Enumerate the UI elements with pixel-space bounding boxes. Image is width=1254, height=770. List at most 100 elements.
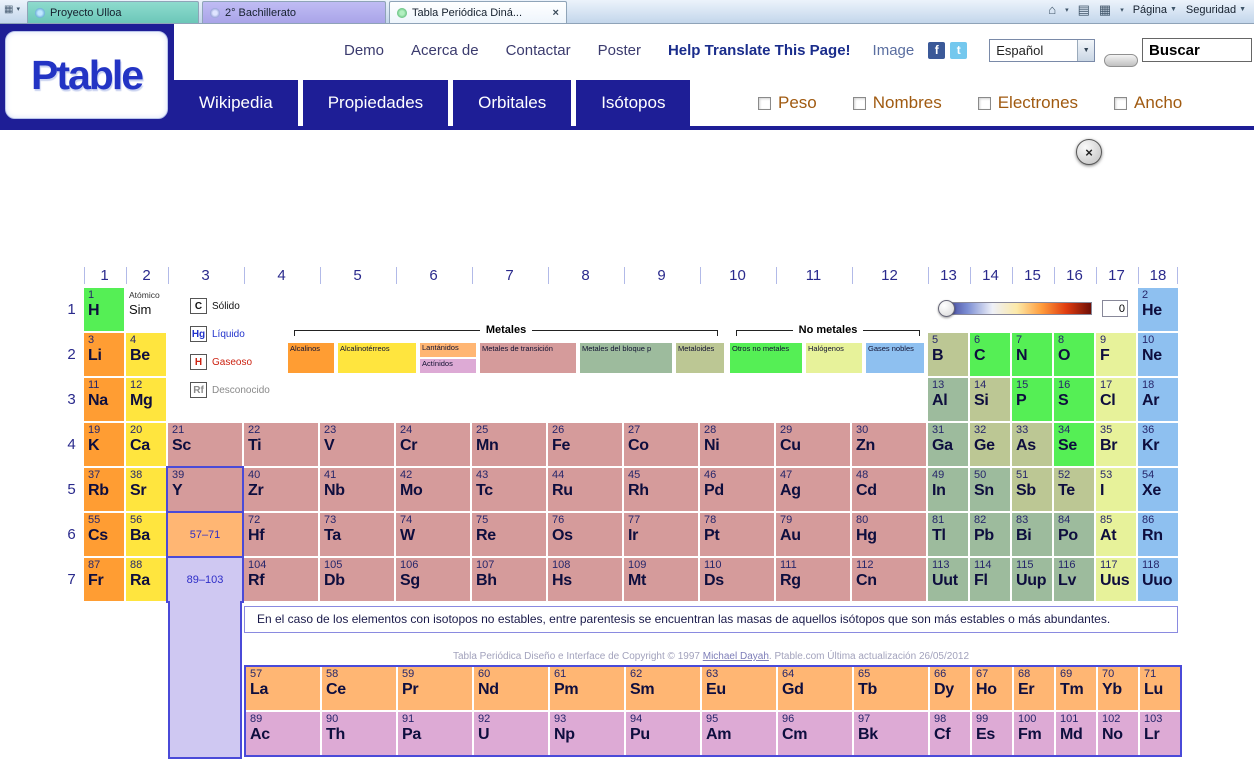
element-Tc[interactable]: 43 Tc — [472, 468, 546, 511]
element-Cd[interactable]: 48 Cd — [852, 468, 926, 511]
element-Np[interactable]: 93 Np — [550, 712, 624, 755]
checkbox[interactable] — [852, 96, 866, 110]
element-Nb[interactable]: 41 Nb — [320, 468, 394, 511]
element-Lr[interactable]: 103 Lr — [1140, 712, 1180, 755]
element-Ru[interactable]: 44 Ru — [548, 468, 622, 511]
element-Cf[interactable]: 98 Cf — [930, 712, 970, 755]
element-Uuo[interactable]: 118 Uuo — [1138, 558, 1178, 601]
element-Pt[interactable]: 78 Pt — [700, 513, 774, 556]
element-V[interactable]: 23 V — [320, 423, 394, 466]
element-Gd[interactable]: 64 Gd — [778, 667, 852, 710]
nav-poster[interactable]: Poster — [598, 42, 641, 59]
search-input[interactable] — [1142, 38, 1252, 62]
category-actinidos[interactable]: Actínidos — [420, 359, 476, 373]
element-Al[interactable]: 13 Al — [928, 378, 968, 421]
element-Ga[interactable]: 31 Ga — [928, 423, 968, 466]
element-Te[interactable]: 52 Te — [1054, 468, 1094, 511]
michael-dayah-link[interactable]: Michael Dayah — [703, 651, 769, 662]
element-Bk[interactable]: 97 Bk — [854, 712, 928, 755]
tab-wikipedia[interactable]: Wikipedia — [174, 80, 298, 126]
element-F[interactable]: 9F — [1096, 333, 1136, 376]
element-La[interactable]: 57 La — [246, 667, 320, 710]
element-Os[interactable]: 76 Os — [548, 513, 622, 556]
nav-demo[interactable]: Demo — [344, 42, 384, 59]
element-Li[interactable]: 3 Li — [84, 333, 124, 376]
element-Uus[interactable]: 117 Uus — [1096, 558, 1136, 601]
element-Ag[interactable]: 47 Ag — [776, 468, 850, 511]
element-Au[interactable]: 79 Au — [776, 513, 850, 556]
element-Fm[interactable]: 100 Fm — [1014, 712, 1054, 755]
nav-acerca-de[interactable]: Acerca de — [411, 42, 479, 59]
element-Db[interactable]: 105 Db — [320, 558, 394, 601]
element-S[interactable]: 16 S — [1054, 378, 1094, 421]
element-I[interactable]: 53 I — [1096, 468, 1136, 511]
slider-thumb[interactable] — [938, 300, 955, 317]
element-Pr[interactable]: 59 Pr — [398, 667, 472, 710]
element-Sm[interactable]: 62 Sm — [626, 667, 700, 710]
element-Ba[interactable]: 56 Ba — [126, 513, 166, 556]
element-Pb[interactable]: 82 Pb — [970, 513, 1010, 556]
element-Kr[interactable]: 36 Kr — [1138, 423, 1178, 466]
element-Bh[interactable]: 107 Bh — [472, 558, 546, 601]
element-Cm[interactable]: 96 Cm — [778, 712, 852, 755]
element-Ne[interactable]: 10 Ne — [1138, 333, 1178, 376]
category-lantanidos[interactable]: Lantánidos — [420, 343, 476, 357]
category-metales-bloque-p[interactable]: Metales del bloque p — [580, 343, 672, 373]
close-panel-button[interactable]: × — [1076, 139, 1102, 165]
language-go-button[interactable] — [1104, 53, 1139, 67]
element-Po[interactable]: 84 Po — [1054, 513, 1094, 556]
element-Zr[interactable]: 40 Zr — [244, 468, 318, 511]
element-Pa[interactable]: 91 Pa — [398, 712, 472, 755]
browser-tab-proyecto-ulloa[interactable]: Proyecto Ulloa — [26, 1, 199, 23]
element-Na[interactable]: 11 Na — [84, 378, 124, 421]
category-metales-transicion[interactable]: Metales de transición — [480, 343, 576, 373]
element-Rg[interactable]: 111 Rg — [776, 558, 850, 601]
element-Fr[interactable]: 87 Fr — [84, 558, 124, 601]
element-Sc[interactable]: 21 Sc — [168, 423, 242, 466]
checkbox[interactable] — [977, 96, 991, 110]
element-Ce[interactable]: 58 Ce — [322, 667, 396, 710]
checkbox[interactable] — [758, 96, 771, 110]
element-Ar[interactable]: 18 Ar — [1138, 378, 1178, 421]
element-Rb[interactable]: 37 Rb — [84, 468, 124, 511]
facebook-icon[interactable]: f — [928, 41, 946, 59]
element-Tm[interactable]: 69 Tm — [1056, 667, 1096, 710]
toggle-ancho[interactable]: Ancho — [1114, 93, 1182, 113]
element-Bi[interactable]: 83 Bi — [1012, 513, 1052, 556]
element-In[interactable]: 49 In — [928, 468, 968, 511]
home-caret-icon[interactable]: ▾ — [1065, 6, 1069, 14]
element-P[interactable]: 15 P — [1012, 378, 1052, 421]
element-U[interactable]: 92 U — [474, 712, 548, 755]
element-Md[interactable]: 101 Md — [1056, 712, 1096, 755]
element-He[interactable]: 2 He — [1138, 288, 1178, 331]
element-Ni[interactable]: 28 Ni — [700, 423, 774, 466]
element-Fe[interactable]: 26 Fe — [548, 423, 622, 466]
element-N[interactable]: 7N — [1012, 333, 1052, 376]
command-seguridad[interactable]: Seguridad ▼ — [1186, 4, 1246, 16]
element-Hg[interactable]: 80 Hg — [852, 513, 926, 556]
element-Co[interactable]: 27 Co — [624, 423, 698, 466]
placeholder-89–103[interactable]: 89–103 — [166, 556, 244, 603]
feeds-icon[interactable]: ▤ — [1078, 2, 1090, 18]
element-K[interactable]: 19 K — [84, 423, 124, 466]
image-link[interactable]: Image — [873, 42, 915, 59]
element-Th[interactable]: 90 Th — [322, 712, 396, 755]
element-Ge[interactable]: 32 Ge — [970, 423, 1010, 466]
element-Zn[interactable]: 30 Zn — [852, 423, 926, 466]
tab-close-icon[interactable]: × — [553, 7, 559, 19]
dropdown-caret-icon[interactable]: ▾ — [16, 5, 20, 13]
browser-tab-bachillerato[interactable]: 2° Bachillerato — [201, 1, 386, 23]
category-alcalinoterreos[interactable]: Alcalinotérreos — [338, 343, 416, 373]
element-Mg[interactable]: 12 Mg — [126, 378, 166, 421]
element-Br[interactable]: 35 Br — [1096, 423, 1136, 466]
element-Ti[interactable]: 22 Ti — [244, 423, 318, 466]
category-alcalinos[interactable]: Alcalinos — [288, 343, 334, 373]
category-halogenos[interactable]: Halógenos — [806, 343, 862, 373]
element-Tl[interactable]: 81 Tl — [928, 513, 968, 556]
browser-tab-tabla-periodica[interactable]: Tabla Periódica Diná... × — [388, 1, 567, 23]
element-Rf[interactable]: 104 Rf — [244, 558, 318, 601]
quick-tabs-icon[interactable]: ▦ — [4, 4, 13, 15]
element-Rn[interactable]: 86 Rn — [1138, 513, 1178, 556]
element-Es[interactable]: 99 Es — [972, 712, 1012, 755]
element-Be[interactable]: 4 Be — [126, 333, 166, 376]
